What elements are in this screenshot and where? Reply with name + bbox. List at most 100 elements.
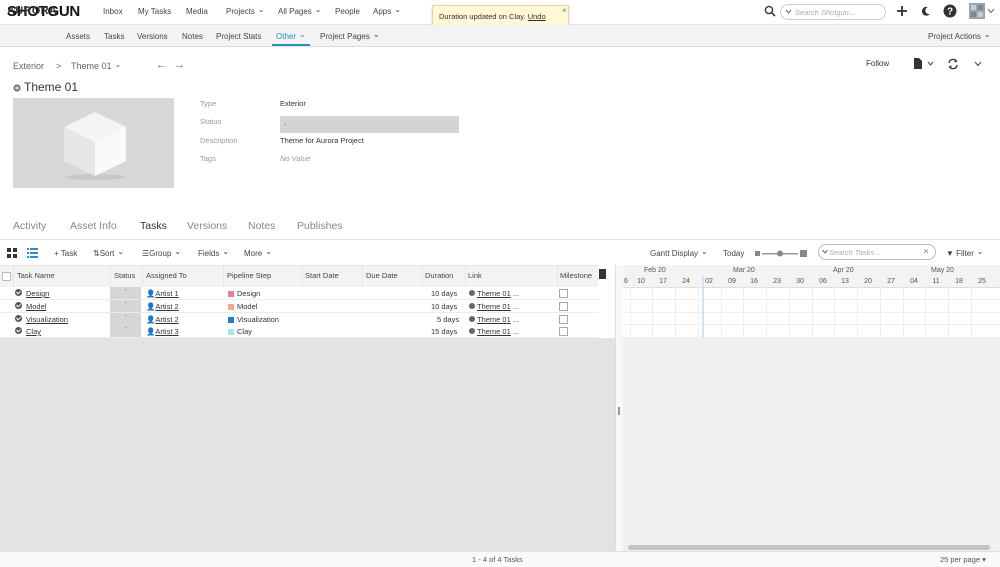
task-name-link[interactable]: Clay	[26, 327, 41, 336]
pipeline-step-cell[interactable]: Visualization	[228, 315, 279, 324]
column-status[interactable]: Status	[114, 271, 135, 280]
asset-thumbnail[interactable]	[13, 98, 174, 188]
assigned-cell[interactable]: 👤Artist 2	[146, 302, 179, 311]
task-status-cell[interactable]: -	[110, 287, 141, 299]
duration-cell[interactable]: 15 days	[431, 327, 457, 336]
task-status-cell[interactable]: -	[110, 300, 141, 312]
tab-activity[interactable]: Activity	[13, 220, 46, 232]
nav-people[interactable]: People	[335, 7, 360, 16]
task-name-link[interactable]: Model	[26, 302, 46, 311]
project-nav-project-pages[interactable]: Project Pages	[320, 32, 380, 41]
pipeline-step-cell[interactable]: Model	[228, 302, 257, 311]
project-nav-assets[interactable]: Assets	[66, 32, 90, 41]
tab-notes[interactable]: Notes	[248, 220, 275, 232]
drag-handle-icon[interactable]	[618, 407, 620, 415]
description-value[interactable]: Theme for Aurora Project	[280, 136, 364, 145]
group-menu[interactable]: ☰Group	[142, 249, 181, 258]
undo-link[interactable]: Undo	[528, 12, 546, 21]
moon-icon[interactable]	[920, 5, 932, 17]
nav-my-tasks[interactable]: My Tasks	[138, 7, 171, 16]
task-status-cell[interactable]: -	[110, 325, 141, 337]
table-row[interactable]: Model - 👤Artist 2 Model 10 days Theme 01…	[0, 300, 598, 313]
column-pipeline-step[interactable]: Pipeline Step	[227, 271, 271, 280]
duration-cell[interactable]: 10 days	[431, 302, 457, 311]
zoom-slider[interactable]	[755, 249, 807, 258]
link-entity[interactable]: Theme 01	[477, 315, 511, 324]
chevron-down-icon[interactable]	[974, 61, 982, 67]
duration-cell[interactable]: 5 days	[437, 315, 459, 324]
today-button[interactable]: Today	[723, 249, 744, 258]
gantt-display-menu[interactable]: Gantt Display	[650, 249, 708, 258]
assigned-link[interactable]: Artist 1	[155, 289, 178, 298]
status-value[interactable]: -	[280, 116, 459, 133]
milestone-checkbox[interactable]	[559, 315, 568, 324]
milestone-checkbox[interactable]	[559, 302, 568, 311]
link-cell[interactable]: Theme 01 ...	[469, 289, 519, 298]
tab-tasks[interactable]: Tasks	[140, 220, 167, 232]
add-task-button[interactable]: + Task	[54, 249, 77, 258]
toast-close-icon[interactable]: ×	[562, 6, 567, 15]
column-picker-icon[interactable]	[599, 269, 606, 279]
search-icon[interactable]	[764, 5, 776, 17]
tags-value[interactable]: No Value	[280, 154, 311, 163]
forward-arrow-icon[interactable]: →	[174, 59, 185, 71]
grid-view-icon[interactable]	[7, 248, 17, 258]
link-entity[interactable]: Theme 01	[477, 302, 511, 311]
fields-menu[interactable]: Fields	[198, 249, 229, 258]
nav-media[interactable]: Media	[186, 7, 208, 16]
column-assigned-to[interactable]: Assigned To	[146, 271, 187, 280]
column-task-name[interactable]: Task Name	[17, 271, 55, 280]
duration-cell[interactable]: 10 days	[431, 289, 457, 298]
project-actions-menu[interactable]: Project Actions	[928, 32, 991, 41]
link-cell[interactable]: Theme 01 ...	[469, 302, 519, 311]
nav-projects[interactable]: Projects	[226, 7, 265, 16]
link-entity[interactable]: Theme 01	[477, 327, 511, 336]
tab-versions[interactable]: Versions	[187, 220, 227, 232]
column-milestone[interactable]: Milestone	[560, 271, 592, 280]
follow-button[interactable]: Follow	[866, 59, 889, 68]
help-icon[interactable]: ?	[943, 4, 957, 18]
nav-inbox[interactable]: Inbox	[103, 7, 123, 16]
tab-asset-info[interactable]: Asset Info	[70, 220, 117, 232]
project-nav-versions[interactable]: Versions	[137, 32, 168, 41]
project-name[interactable]: AURORA	[7, 5, 57, 17]
global-search-input[interactable]: Search Shotgun...	[780, 4, 886, 20]
table-row[interactable]: Clay - 👤Artist 3 Clay 15 days Theme 01 .…	[0, 325, 598, 338]
column-link[interactable]: Link	[468, 271, 482, 280]
breadcrumb-current[interactable]: Theme 01	[71, 61, 121, 71]
tab-publishes[interactable]: Publishes	[297, 220, 343, 232]
breadcrumb-parent[interactable]: Exterior	[13, 61, 44, 71]
project-nav-project-stats[interactable]: Project Stats	[216, 32, 261, 41]
task-status-cell[interactable]: -	[110, 313, 141, 325]
back-arrow-icon[interactable]: ←	[156, 59, 167, 71]
link-entity[interactable]: Theme 01	[477, 289, 511, 298]
clear-search-icon[interactable]: ✕	[923, 247, 929, 256]
refresh-icon[interactable]	[947, 58, 959, 70]
nav-apps[interactable]: Apps	[373, 7, 401, 16]
column-start-date[interactable]: Start Date	[305, 271, 339, 280]
type-value[interactable]: Exterior	[280, 99, 306, 108]
assigned-cell[interactable]: 👤Artist 3	[146, 327, 179, 336]
filter-menu[interactable]: ▼ Filter	[946, 249, 984, 258]
pipeline-step-cell[interactable]: Clay	[228, 327, 252, 336]
search-tasks-input[interactable]: Search Tasks... ✕	[818, 244, 936, 260]
project-nav-notes[interactable]: Notes	[182, 32, 203, 41]
list-view-icon[interactable]	[27, 248, 38, 258]
project-nav-tasks[interactable]: Tasks	[104, 32, 124, 41]
assigned-link[interactable]: Artist 3	[155, 327, 178, 336]
assigned-cell[interactable]: 👤Artist 2	[146, 315, 179, 324]
select-all-checkbox[interactable]	[2, 272, 11, 281]
scrollbar-thumb[interactable]	[628, 545, 990, 550]
task-name-link[interactable]: Visualization	[26, 315, 68, 324]
milestone-checkbox[interactable]	[559, 327, 568, 336]
link-cell[interactable]: Theme 01 ...	[469, 315, 519, 324]
assigned-link[interactable]: Artist 2	[155, 302, 178, 311]
project-nav-other[interactable]: Other	[276, 32, 306, 41]
plus-icon[interactable]	[896, 5, 908, 17]
assigned-link[interactable]: Artist 2	[155, 315, 178, 324]
assigned-cell[interactable]: 👤Artist 1	[146, 289, 179, 298]
task-name-link[interactable]: Design	[26, 289, 49, 298]
link-cell[interactable]: Theme 01 ...	[469, 327, 519, 336]
more-menu[interactable]: More	[244, 249, 272, 258]
user-avatar[interactable]	[969, 3, 995, 19]
